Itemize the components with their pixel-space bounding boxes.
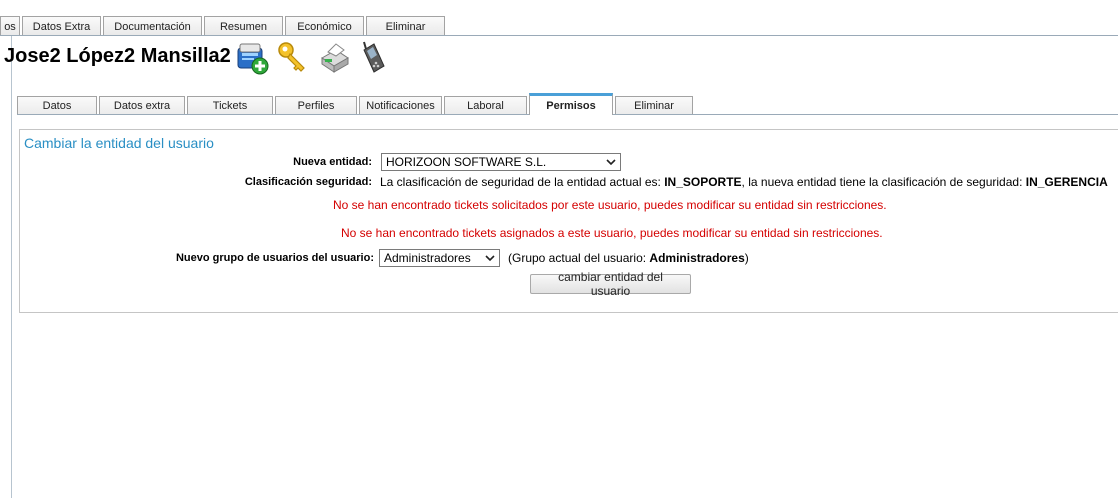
- tab-economico[interactable]: Económico: [285, 16, 364, 36]
- add-card-icon[interactable]: [236, 40, 270, 76]
- nueva-entidad-select[interactable]: HORIZOON SOFTWARE S.L.: [381, 153, 621, 171]
- key-icon[interactable]: [276, 40, 310, 76]
- tab-resumen[interactable]: Resumen: [204, 16, 283, 36]
- page-left-border: [11, 35, 12, 498]
- tab-documentacion[interactable]: Documentación: [103, 16, 202, 36]
- msg-tickets-solicitados: No se han encontrado tickets solicitados…: [333, 198, 887, 212]
- tab-datos[interactable]: Datos: [17, 96, 97, 115]
- inner-tab-bar: Datos Datos extra Tickets Perfiles Notif…: [17, 93, 695, 115]
- printer-icon[interactable]: [316, 40, 350, 76]
- grupo-actual-value: Administradores: [649, 251, 745, 265]
- chevron-down-icon: [606, 159, 616, 166]
- tab-datos-extra[interactable]: Datos Extra: [22, 16, 101, 36]
- nueva-entidad-row: Nueva entidad: HORIZOON SOFTWARE S.L.: [200, 153, 621, 171]
- tab-eliminar[interactable]: Eliminar: [366, 16, 445, 36]
- clasificacion-text-1: La clasificación de seguridad de la enti…: [380, 175, 665, 189]
- clasificacion-nueva: IN_GERENCIA: [1025, 175, 1108, 189]
- grupo-actual: (Grupo actual del usuario: Administrador…: [508, 251, 749, 265]
- grupo-select[interactable]: Administradores: [379, 249, 500, 267]
- msg-tickets-asignados: No se han encontrado tickets asignados a…: [341, 226, 883, 240]
- grupo-label: Nuevo grupo de usuarios del usuario:: [175, 252, 374, 264]
- cambiar-entidad-button[interactable]: cambiar entidad del usuario: [530, 270, 691, 298]
- tab-permisos[interactable]: Permisos: [529, 93, 613, 115]
- clasificacion-text-2: , la nueva entidad tiene la clasificació…: [741, 175, 1026, 189]
- clasificacion-actual: IN_SOPORTE: [664, 175, 742, 189]
- panel-title: Cambiar la entidad del usuario: [24, 135, 214, 151]
- tab-notificaciones[interactable]: Notificaciones: [359, 96, 442, 115]
- tab-laboral[interactable]: Laboral: [444, 96, 527, 115]
- clasificacion-row: Clasificación seguridad: La clasificació…: [200, 175, 1108, 189]
- page-title: Jose2 López2 Mansilla2: [4, 45, 231, 67]
- title-icon-group: [236, 40, 390, 76]
- clasificacion-text: La clasificación de seguridad de la enti…: [380, 175, 1108, 189]
- nueva-entidad-label: Nueva entidad:: [293, 156, 372, 168]
- tab-tickets[interactable]: Tickets: [187, 96, 273, 115]
- mobile-phone-icon[interactable]: [356, 40, 390, 76]
- tab-datos-truncated[interactable]: os: [0, 16, 20, 36]
- chevron-down-icon: [485, 255, 495, 262]
- tab-eliminar-inner[interactable]: Eliminar: [615, 96, 693, 115]
- grupo-actual-prefix: (Grupo actual del usuario:: [508, 251, 650, 265]
- top-tab-bar: os Datos Extra Documentación Resumen Eco…: [0, 16, 447, 36]
- grupo-actual-suffix: ): [744, 251, 749, 265]
- nueva-entidad-selected-value: HORIZOON SOFTWARE S.L.: [386, 155, 547, 169]
- clasificacion-label: Clasificación seguridad:: [244, 176, 372, 188]
- grupo-selected-value: Administradores: [384, 251, 471, 265]
- tab-datos-extra-inner[interactable]: Datos extra: [99, 96, 185, 115]
- grupo-row: Nuevo grupo de usuarios del usuario: Adm…: [100, 249, 749, 267]
- top-tab-divider: [0, 35, 1118, 36]
- tab-perfiles[interactable]: Perfiles: [275, 96, 357, 115]
